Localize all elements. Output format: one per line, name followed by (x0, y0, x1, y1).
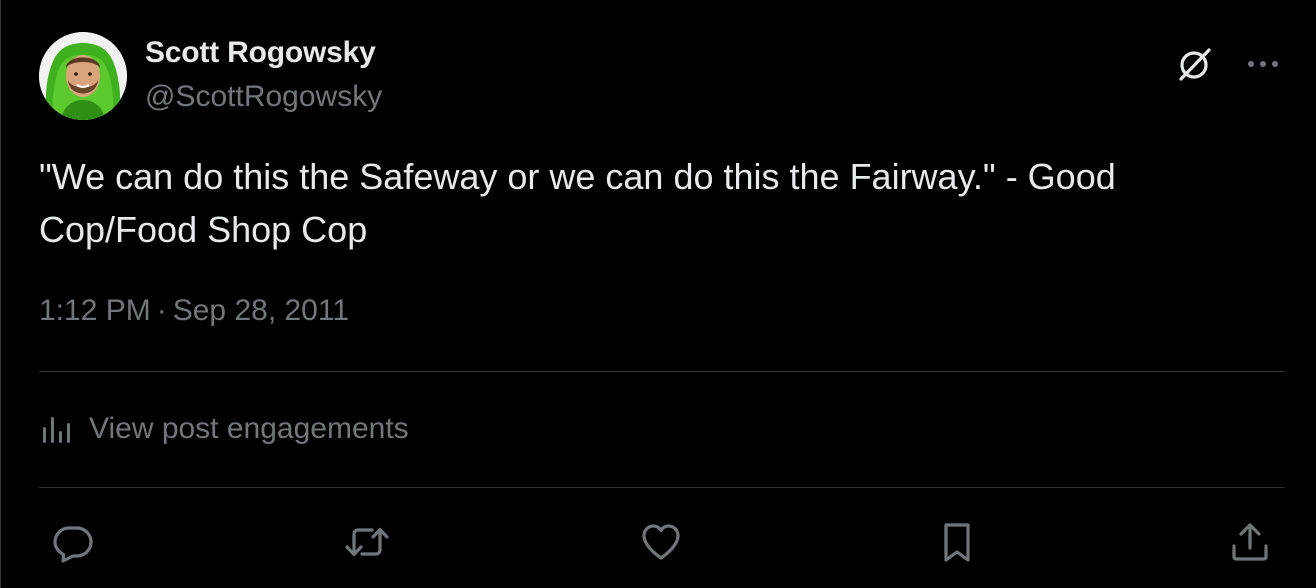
timestamp-separator: · (156, 294, 167, 327)
view-engagements-link[interactable]: View post engagements (39, 406, 409, 452)
tweet-time[interactable]: 1:12 PM (39, 294, 151, 327)
more-options-button[interactable] (1241, 42, 1285, 86)
avatar[interactable] (39, 32, 127, 120)
grok-button[interactable] (1173, 42, 1217, 86)
more-icon (1248, 61, 1278, 67)
repost-button[interactable] (339, 514, 395, 570)
author-handle[interactable]: @ScottRogowsky (145, 80, 382, 114)
tweet-date[interactable]: Sep 28, 2011 (173, 294, 349, 327)
like-button[interactable] (633, 514, 689, 570)
analytics-icon (43, 417, 70, 443)
heart-icon (642, 524, 680, 560)
bookmark-button[interactable] (929, 514, 985, 570)
tweet-text: "We can do this the Safeway or we can do… (39, 156, 1116, 250)
divider (39, 371, 1285, 372)
reply-icon (53, 526, 93, 563)
share-button[interactable] (1222, 514, 1278, 570)
view-engagements-label: View post engagements (89, 412, 409, 445)
divider (39, 487, 1285, 488)
avatar-image (39, 32, 127, 120)
post-card: Scott Rogowsky @ScottRogowsky "We can do… (0, 0, 1316, 588)
reply-button[interactable] (45, 514, 101, 570)
grok-icon (1179, 48, 1211, 81)
timestamp: 1:12 PM · Sep 28, 2011 (39, 294, 349, 328)
share-icon (1232, 523, 1268, 561)
repost-icon (345, 527, 389, 557)
author-name[interactable]: Scott Rogowsky (145, 36, 376, 70)
bookmark-icon (944, 523, 970, 562)
